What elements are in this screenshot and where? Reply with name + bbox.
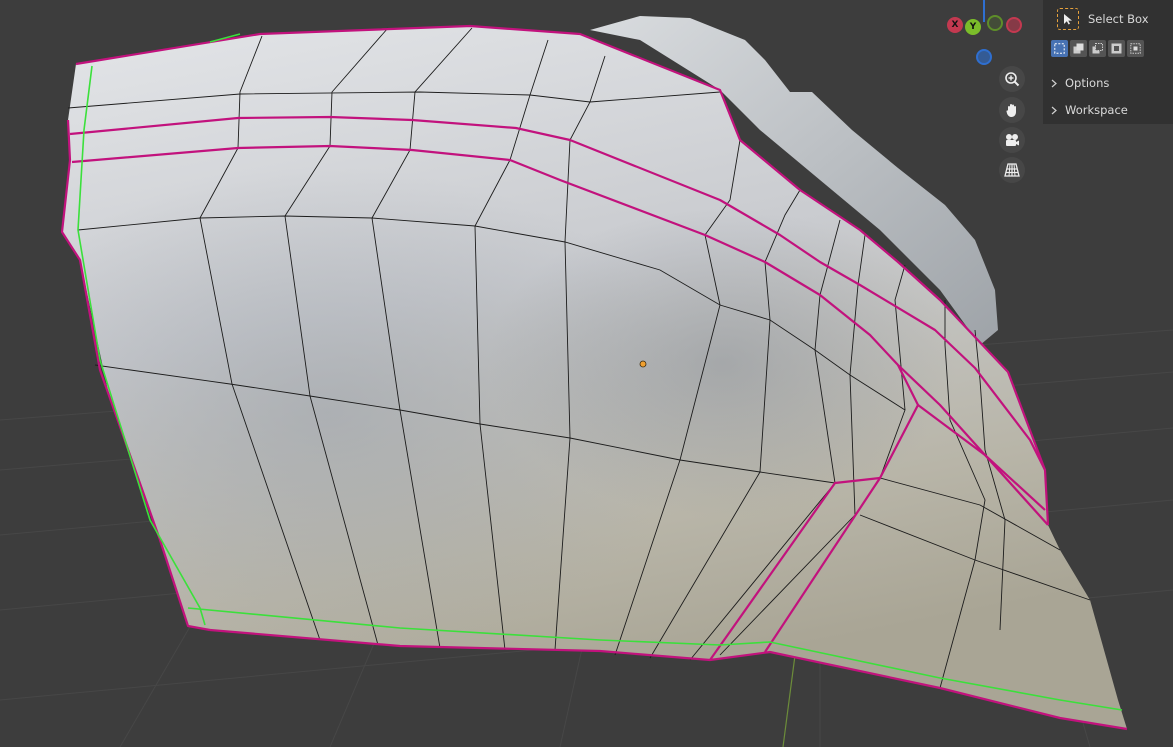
zoom-button[interactable] — [999, 66, 1025, 92]
active-tool[interactable]: Select Box — [1057, 8, 1149, 30]
neg-y-axis-button[interactable] — [987, 15, 1003, 31]
select-new-icon — [1054, 43, 1065, 54]
active-tool-label: Select Box — [1088, 12, 1149, 26]
select-subtract-icon — [1092, 43, 1103, 54]
mode-invert-button[interactable] — [1108, 40, 1125, 57]
mode-extend-button[interactable] — [1070, 40, 1087, 57]
perspective-toggle-button[interactable] — [999, 157, 1025, 183]
mode-intersect-button[interactable] — [1127, 40, 1144, 57]
panel-options-label: Options — [1065, 76, 1110, 90]
mode-new-button[interactable] — [1051, 40, 1068, 57]
select-intersect-icon — [1130, 43, 1141, 54]
tool-sidebar: Select Box Options Workspace — [1043, 0, 1173, 124]
z-axis-line — [983, 0, 985, 22]
x-axis-button[interactable]: X — [947, 17, 963, 33]
object-origin — [639, 360, 647, 368]
select-box-icon — [1057, 8, 1079, 30]
neg-x-axis-button[interactable] — [1006, 17, 1022, 33]
grid-perspective-icon — [1004, 163, 1020, 177]
neg-z-axis-button[interactable] — [976, 49, 992, 65]
panel-workspace-label: Workspace — [1065, 103, 1128, 117]
panel-options[interactable]: Options — [1043, 72, 1173, 94]
panel-workspace[interactable]: Workspace — [1043, 99, 1173, 121]
cursor-arrow-icon — [1064, 14, 1072, 25]
3d-viewport[interactable] — [0, 0, 1173, 747]
chevron-right-icon — [1051, 106, 1061, 115]
camera-view-button[interactable] — [999, 127, 1025, 153]
select-invert-icon — [1111, 43, 1122, 54]
y-axis-button[interactable]: Y — [965, 19, 981, 35]
chevron-right-icon — [1051, 79, 1061, 88]
selection-mode-row — [1051, 40, 1144, 57]
camera-icon — [1006, 134, 1019, 146]
pan-button[interactable] — [999, 97, 1025, 123]
mode-subtract-button[interactable] — [1089, 40, 1106, 57]
hand-pan-icon — [1006, 104, 1016, 117]
select-extend-icon — [1073, 43, 1084, 54]
zoom-icon — [1005, 72, 1020, 87]
